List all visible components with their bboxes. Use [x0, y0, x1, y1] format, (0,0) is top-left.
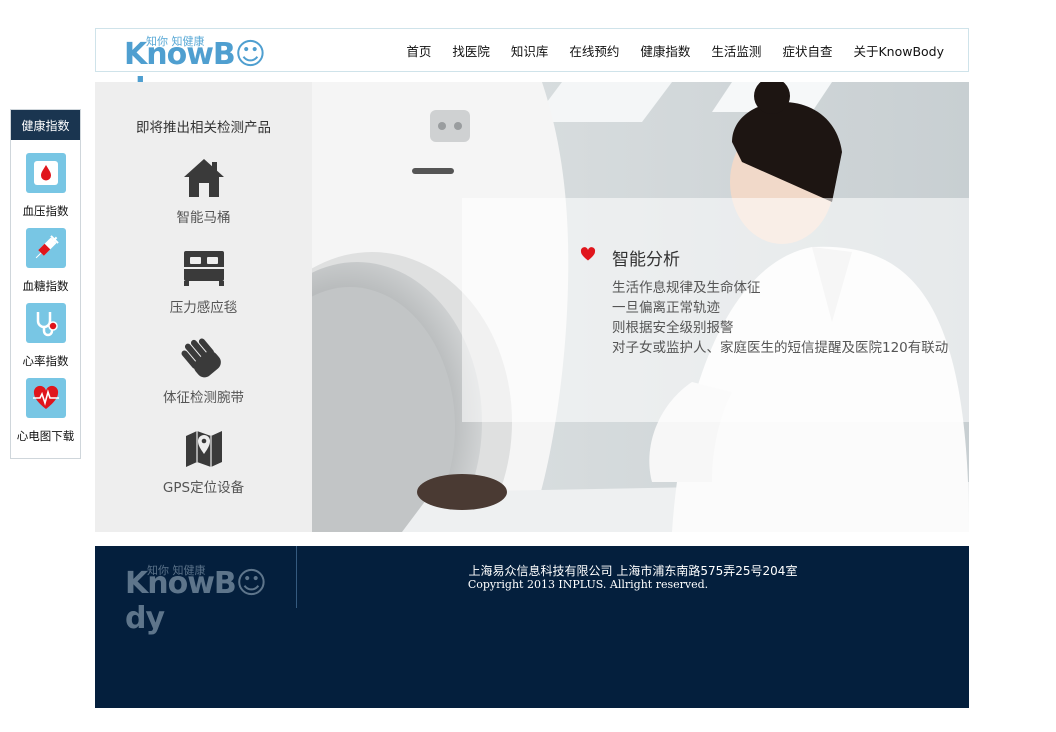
feature-title: 智能分析: [612, 250, 680, 270]
hand-icon: [95, 336, 312, 380]
house-icon: [95, 156, 312, 200]
product-label: 体征检测腕带: [163, 390, 244, 406]
upcoming-products-panel: 即将推出相关检测产品 智能马桶 压力感应毯 体征检测腕带 GPS定位设备: [95, 82, 312, 532]
product-vital-wristband[interactable]: 体征检测腕带: [95, 336, 312, 406]
feature-line: 一旦偏离正常轨迹: [612, 300, 720, 316]
map-pin-icon: [95, 426, 312, 470]
nav-appointment[interactable]: 在线预约: [569, 41, 619, 60]
nav-find-hospital[interactable]: 找医院: [452, 41, 490, 60]
nav-knowledge[interactable]: 知识库: [511, 41, 549, 60]
health-index-sidebar: 健康指数 血压指数 血糖指数 心率指数 心电图下载: [10, 109, 81, 459]
feature-line: 则根据安全级别报警: [612, 320, 734, 336]
feature-line: 对子女或监护人、家庭医生的短信提醒及医院120有联动: [612, 340, 949, 356]
sidebar-item-ecg-download[interactable]: 心电图下载: [11, 378, 80, 444]
sidebar-item-heart-rate[interactable]: 心率指数: [11, 303, 80, 369]
bed-icon: [95, 246, 312, 290]
product-label: 智能马桶: [176, 210, 231, 226]
feature-line: 生活作息规律及生命体征: [612, 280, 761, 296]
product-label: 压力感应毯: [169, 300, 238, 316]
company-address: 上海易众信息科技有限公司 上海市浦东南路575弄25号204室: [468, 564, 798, 578]
copyright-text: Copyright 2013 INPLUS. Allright reserved…: [467, 578, 709, 591]
sidebar-item-label: 血糖指数: [22, 279, 69, 293]
product-pressure-mat[interactable]: 压力感应毯: [95, 246, 312, 316]
site-footer: 知你 知健康 KnowB☺dy 上海易众信息科技有限公司 上海市浦东南路575弄…: [95, 546, 969, 708]
sidebar-item-label: 心率指数: [22, 354, 69, 368]
product-smart-toilet[interactable]: 智能马桶: [95, 156, 312, 226]
product-gps-device[interactable]: GPS定位设备: [95, 426, 312, 496]
site-logo[interactable]: 知你 知健康 KnowB☺dy: [124, 33, 284, 107]
nav-about[interactable]: 关于KnowBody: [853, 41, 944, 60]
blood-drop-icon: [25, 153, 66, 193]
nav-health-index[interactable]: 健康指数: [640, 41, 690, 60]
stethoscope-icon: [25, 303, 66, 343]
panel-title: 即将推出相关检测产品: [136, 120, 271, 136]
heart-icon: [580, 247, 596, 261]
site-header: 知你 知健康 KnowB☺dy 首页 找医院 知识库 在线预约 健康指数 生活监…: [95, 28, 969, 107]
feature-description: 生活作息规律及生命体征 一旦偏离正常轨迹 则根据安全级别报警 对子女或监护人、家…: [612, 278, 948, 358]
main-nav: 首页 找医院 知识库 在线预约 健康指数 生活监测 症状自查 关于KnowBod…: [406, 29, 944, 71]
nav-symptom-check[interactable]: 症状自查: [782, 41, 832, 60]
sidebar-item-label: 心电图下载: [16, 429, 75, 443]
sidebar-title: 健康指数: [11, 110, 80, 140]
hero-banner: 即将推出相关检测产品 智能马桶 压力感应毯 体征检测腕带 GPS定位设备 智能分…: [95, 82, 969, 532]
hero-photo: 智能分析 生活作息规律及生命体征 一旦偏离正常轨迹 则根据安全级别报警 对子女或…: [312, 82, 969, 532]
product-label: GPS定位设备: [162, 480, 245, 496]
sidebar-item-blood-sugar[interactable]: 血糖指数: [11, 228, 80, 294]
ecg-heart-icon: [25, 378, 66, 418]
sidebar-item-blood-pressure[interactable]: 血压指数: [11, 153, 80, 219]
syringe-icon: [25, 228, 66, 268]
nav-life-monitor[interactable]: 生活监测: [711, 41, 761, 60]
sidebar-item-label: 血压指数: [22, 204, 69, 218]
nav-home[interactable]: 首页: [406, 41, 431, 60]
